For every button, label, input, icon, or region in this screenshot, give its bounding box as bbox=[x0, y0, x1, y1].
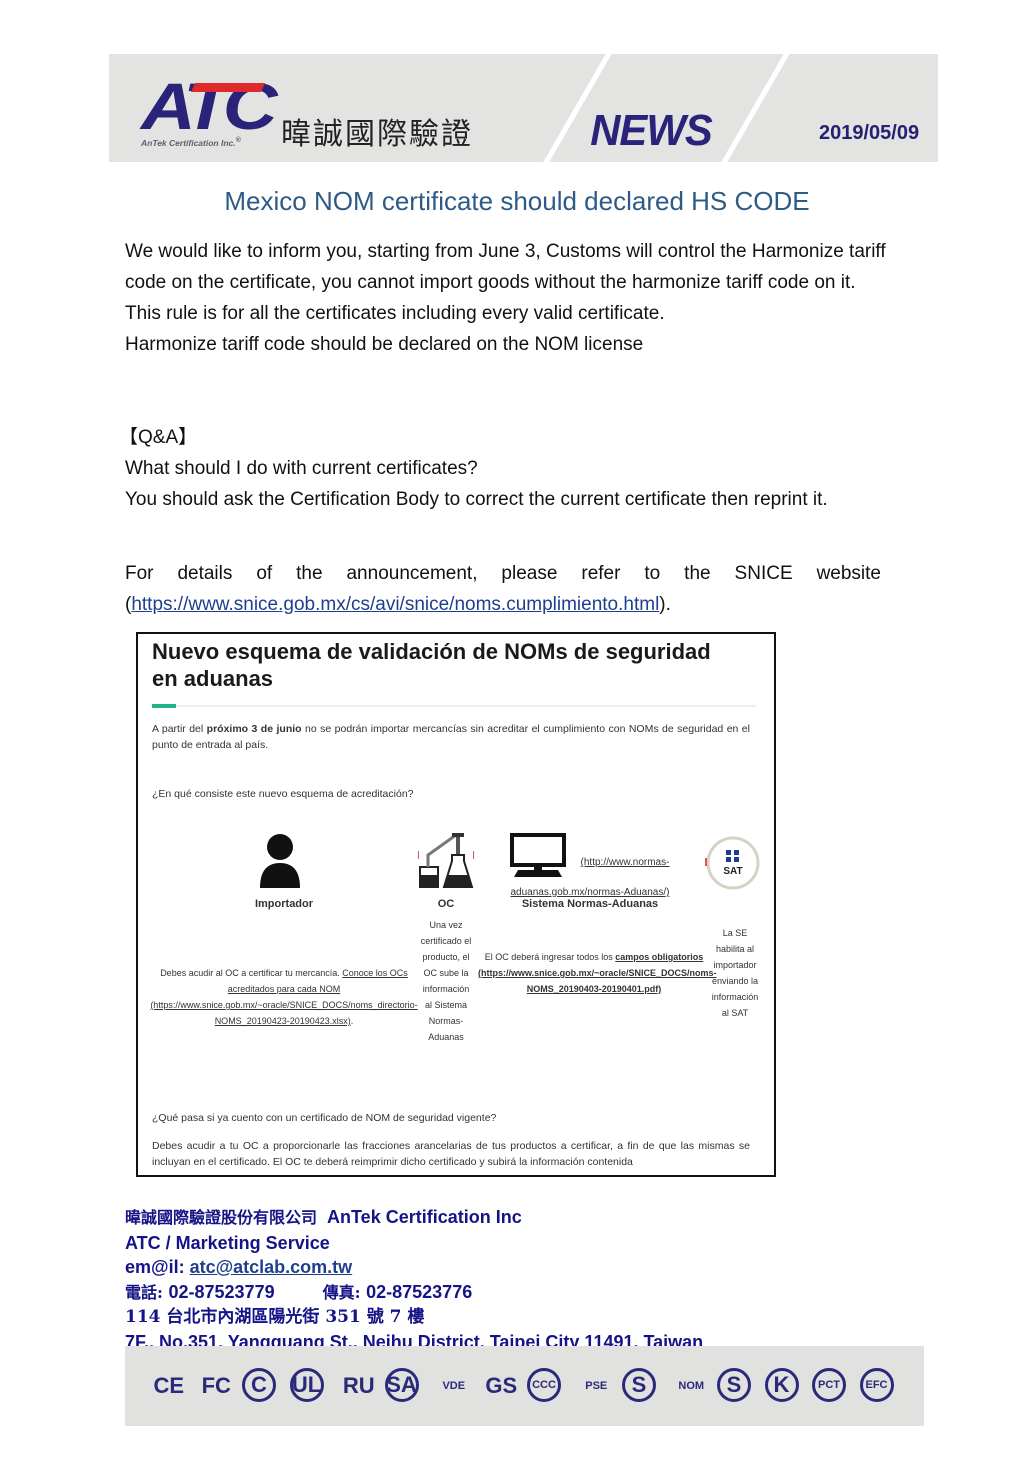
paragraph-1: We would like to inform you, starting fr… bbox=[125, 241, 886, 293]
paragraph-3: Harmonize tariff code should be declared… bbox=[125, 334, 644, 355]
header-banner: ATC AnTek Certification Inc.® 暐誠國際驗證 NEW… bbox=[109, 54, 938, 162]
registered-mark: ® bbox=[235, 136, 241, 144]
department: ATC / Marketing Service bbox=[125, 1232, 330, 1253]
intro-text: A partir del bbox=[152, 723, 207, 735]
embed-divider bbox=[152, 705, 756, 707]
company-chinese-name: 暐誠國際驗證 bbox=[281, 117, 473, 152]
intro-bold: próximo 3 de junio bbox=[206, 723, 302, 735]
importador-text-start: Debes acudir al OC a certificar tu merca… bbox=[160, 968, 343, 978]
banner-divider bbox=[708, 54, 796, 162]
qa-question: What should I do with current certificat… bbox=[125, 458, 478, 479]
cert-mark-efc-icon: EFC bbox=[859, 1368, 894, 1402]
email-link[interactable]: atc@atclab.com.tw bbox=[190, 1257, 353, 1277]
logo-subtitle: AnTek Certification Inc.® bbox=[141, 136, 241, 148]
paren-close: ). bbox=[659, 594, 671, 615]
news-label: NEWS bbox=[590, 106, 713, 155]
atc-logo: ATC AnTek Certification Inc.® bbox=[141, 73, 286, 154]
sistema-label: Sistema Normas-Aduanas bbox=[521, 898, 659, 910]
importador-text: Debes acudir al OC a certificar tu merca… bbox=[148, 965, 420, 1029]
email-label: em@il: bbox=[125, 1257, 190, 1277]
cert-mark-vde-icon: VDE bbox=[442, 1380, 466, 1392]
sistema-text: El OC deberá ingresar todos los campos o… bbox=[478, 949, 716, 997]
cert-mark-s-icon: S bbox=[717, 1368, 751, 1402]
certification-marks-bar: CE FC C UL RU SA VDE GS CCC PSE S NOM S K PCT EFC bbox=[125, 1346, 924, 1426]
person-icon bbox=[260, 834, 300, 888]
details-link-line: (https://www.snice.gob.mx/cs/avi/snice/n… bbox=[125, 589, 925, 620]
logo-red-bar bbox=[190, 83, 266, 92]
article-title: Mexico NOM certificate should declared H… bbox=[224, 186, 810, 216]
paragraph-2: This rule is for all the certificates in… bbox=[125, 303, 665, 324]
snice-website-link[interactable]: https://www.snice.gob.mx/cs/avi/snice/no… bbox=[131, 594, 659, 615]
qa-answer: You should ask the Certification Body to… bbox=[125, 489, 828, 510]
article-body: We would like to inform you, starting fr… bbox=[125, 236, 925, 360]
qa-section: 【Q&A】 What should I do with current cert… bbox=[119, 422, 925, 515]
cert-mark-c-icon: C bbox=[242, 1368, 276, 1402]
address-cn: 114 台北市內湖區陽光街 351 號 7 樓 bbox=[125, 1307, 425, 1327]
sat-text: La SE habilita al importador enviando la… bbox=[711, 928, 759, 1018]
phone-line: 電話: 02-87523779 傳真: 02-87523776 bbox=[125, 1280, 703, 1306]
cert-mark-sa-icon: SA bbox=[384, 1368, 419, 1402]
cert-mark-k-icon: K bbox=[764, 1368, 799, 1402]
phone-label: 電話: bbox=[125, 1282, 169, 1302]
cert-mark-nom-icon: NOM bbox=[678, 1380, 705, 1392]
cert-mark-ru-icon: RU bbox=[342, 1373, 375, 1398]
qa-heading: 【Q&A】 bbox=[119, 427, 198, 448]
oc-text: Una vez certificado el producto, el OC s… bbox=[420, 920, 472, 1042]
cert-mark-ccc-icon: CCC bbox=[527, 1368, 561, 1402]
company-en: AnTek Certification Inc bbox=[327, 1207, 522, 1227]
news-date: 2019/05/09 bbox=[819, 122, 920, 144]
cert-mark-gs-icon: GS bbox=[485, 1373, 518, 1398]
embed-question-2: ¿Qué pasa si ya cuento con un certificad… bbox=[152, 1112, 497, 1124]
embed-answer-2: Debes acudir a tu OC a proporcionarle la… bbox=[152, 1140, 750, 1168]
sistema-text-start: El OC deberá ingresar todos los bbox=[484, 952, 616, 962]
contact-block: 暐誠國際驗證股份有限公司 AnTek Certification Inc ATC… bbox=[125, 1205, 703, 1354]
importador-label: Importador bbox=[254, 898, 314, 910]
company-cn: 暐誠國際驗證股份有限公司 bbox=[125, 1208, 318, 1227]
company-line: 暐誠國際驗證股份有限公司 AnTek Certification Inc bbox=[125, 1205, 703, 1231]
embed-intro: A partir del próximo 3 de junio no se po… bbox=[152, 721, 750, 753]
cert-mark-fc-icon: FC bbox=[201, 1373, 231, 1398]
sat-logo-icon: SAT bbox=[705, 836, 760, 890]
embed-question-1: ¿En qué consiste este nuevo esquema de a… bbox=[152, 788, 414, 800]
cert-mark-pct-icon: PCT bbox=[812, 1368, 846, 1402]
cert-mark-ul-icon: UL bbox=[289, 1368, 324, 1402]
oc-label: OC bbox=[437, 898, 455, 910]
importador-text-end: . bbox=[350, 1016, 354, 1026]
cert-mark-pse-icon: PSE bbox=[585, 1380, 608, 1392]
email-line: em@il: atc@atclab.com.tw bbox=[125, 1255, 703, 1280]
fax-number: 02-87523776 bbox=[366, 1281, 473, 1302]
logo-subtitle-text: AnTek Certification Inc. bbox=[141, 137, 236, 148]
embed-title: Nuevo esquema de validación de NOMs de s… bbox=[152, 639, 711, 691]
snice-screenshot: Nuevo esquema de validación de NOMs de s… bbox=[136, 632, 776, 1177]
embed-accent-bar bbox=[152, 704, 176, 708]
fax-label: 傳真: bbox=[322, 1282, 367, 1302]
lab-flask-icon bbox=[418, 833, 474, 888]
details-text: For details of the announcement, please … bbox=[125, 563, 881, 584]
cert-mark-s-icon: S bbox=[622, 1368, 656, 1402]
cert-mark-ce-icon: CE bbox=[153, 1373, 185, 1398]
phone-number: 02-87523779 bbox=[168, 1281, 275, 1302]
sat-label: SAT bbox=[723, 866, 742, 877]
